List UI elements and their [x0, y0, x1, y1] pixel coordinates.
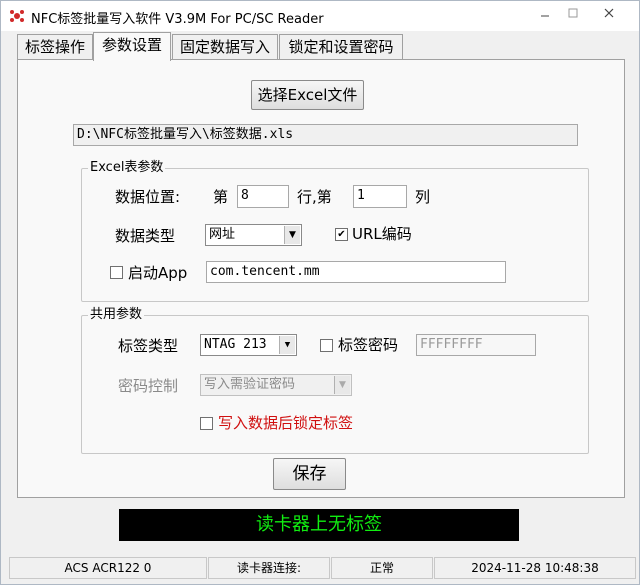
password-control-select[interactable]: 写入需验证密码 ▼ — [200, 374, 352, 396]
close-icon — [604, 8, 614, 18]
chevron-down-icon: ▼ — [279, 336, 295, 354]
lock-after-write-label: 写入数据后锁定标签 — [218, 414, 354, 432]
data-type-value: 网址 — [209, 227, 236, 242]
chevron-down-icon: ▼ — [284, 226, 300, 244]
tag-password-checkbox[interactable] — [320, 339, 333, 352]
password-control-value: 写入需验证密码 — [204, 377, 296, 392]
excel-params-group: Excel表参数 数据位置: 第 8 行,第 1 列 数据类型 网址 ▼ ✔ U… — [81, 160, 589, 302]
reader-name: ACS ACR122 0 — [9, 557, 207, 579]
chevron-down-icon: ▼ — [334, 376, 350, 394]
datetime: 2024-11-28 10:48:38 — [434, 557, 636, 579]
tab-fixed-data-write[interactable]: 固定数据写入 — [172, 34, 278, 60]
tag-type-label: 标签类型 — [118, 337, 179, 355]
row-prefix-label: 第 — [213, 188, 229, 206]
tag-password-label: 标签密码 — [338, 336, 399, 354]
title-bar: NFC标签批量写入软件 V3.9M For PC/SC Reader — [1, 1, 639, 31]
row-suffix-label: 行,第 — [297, 188, 332, 206]
app-window: NFC标签批量写入软件 V3.9M For PC/SC Reader 标签操作 … — [0, 0, 640, 585]
maximize-icon — [568, 8, 578, 18]
tab-parameter-settings[interactable]: 参数设置 — [93, 32, 171, 61]
launch-app-checkbox[interactable] — [110, 266, 123, 279]
connection-label: 读卡器连接: — [208, 557, 330, 579]
status-bar: ACS ACR122 0 读卡器连接: 正常 2024-11-28 10:48:… — [1, 553, 639, 584]
common-params-legend: 共用参数 — [88, 307, 145, 323]
maximize-button[interactable] — [559, 5, 587, 21]
window-title: NFC标签批量写入软件 V3.9M For PC/SC Reader — [31, 12, 324, 27]
launch-app-label: 启动App — [128, 264, 188, 282]
minimize-button[interactable] — [531, 5, 559, 21]
tag-type-value: NTAG 213 — [204, 337, 267, 352]
password-control-label: 密码控制 — [118, 377, 179, 395]
row-input[interactable]: 8 — [237, 185, 289, 208]
excel-params-legend: Excel表参数 — [88, 160, 166, 176]
data-position-label: 数据位置: — [115, 188, 181, 206]
tag-type-select[interactable]: NTAG 213 ▼ — [200, 334, 297, 356]
tag-password-input[interactable]: FFFFFFFF — [416, 334, 536, 356]
lock-after-write-checkbox[interactable] — [200, 417, 213, 430]
tab-lock-and-password[interactable]: 锁定和设置密码 — [279, 34, 403, 60]
data-type-label: 数据类型 — [115, 227, 176, 245]
connection-status: 正常 — [331, 557, 433, 579]
url-encode-checkbox[interactable]: ✔ — [335, 228, 348, 241]
tab-tag-operation[interactable]: 标签操作 — [17, 34, 93, 60]
reader-status-display: 读卡器上无标签 — [119, 509, 519, 541]
data-type-select[interactable]: 网址 ▼ — [205, 224, 302, 246]
common-params-group: 共用参数 标签类型 NTAG 213 ▼ 标签密码 FFFFFFFF 密码控制 … — [81, 307, 589, 454]
close-button[interactable] — [595, 5, 623, 21]
app-package-input[interactable]: com.tencent.mm — [206, 261, 506, 283]
url-encode-label: URL编码 — [352, 225, 412, 243]
save-button[interactable]: 保存 — [273, 458, 346, 490]
select-excel-button[interactable]: 选择Excel文件 — [251, 80, 364, 110]
settings-panel: 选择Excel文件 D:\NFC标签批量写入\标签数据.xls Excel表参数… — [17, 59, 625, 498]
minimize-icon — [541, 15, 549, 17]
nfc-app-icon — [10, 10, 24, 22]
file-path-field: D:\NFC标签批量写入\标签数据.xls — [73, 124, 578, 146]
column-suffix-label: 列 — [415, 188, 431, 206]
column-input[interactable]: 1 — [353, 185, 407, 208]
